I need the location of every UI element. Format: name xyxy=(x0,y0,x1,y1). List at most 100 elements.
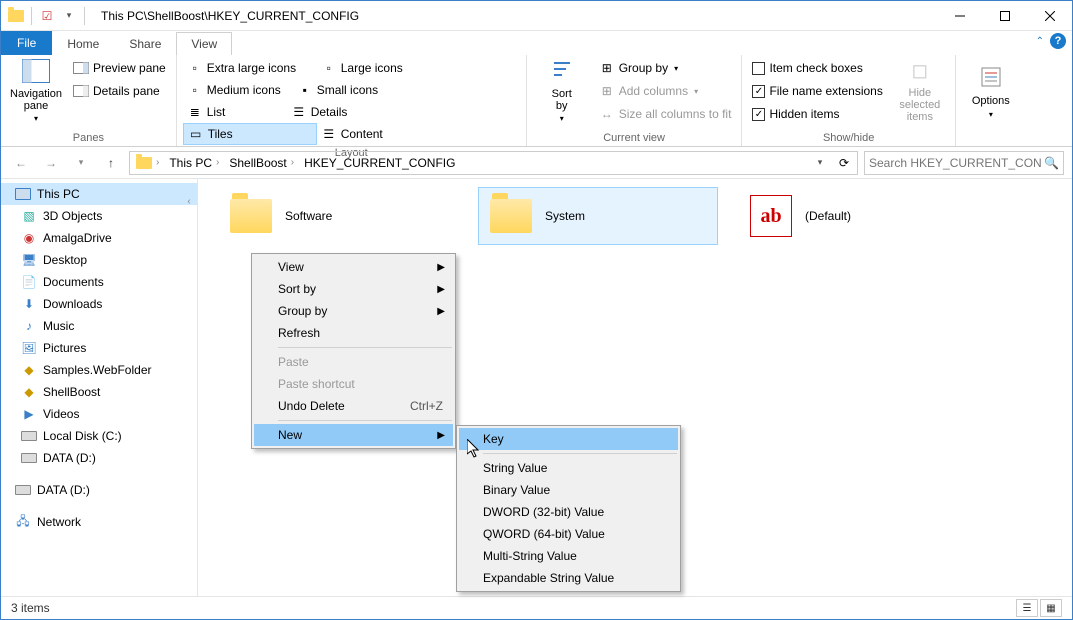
options-group: Options ▾ xyxy=(956,55,1026,146)
content-button[interactable]: ☰Content xyxy=(317,123,421,145)
tile-item[interactable]: Software xyxy=(218,187,458,245)
forward-button[interactable]: → xyxy=(39,151,63,175)
tile-item[interactable]: System xyxy=(478,187,718,245)
context-menu-item[interactable]: View▶ xyxy=(254,256,453,278)
group-by-button[interactable]: ⊞Group by▾ xyxy=(595,57,736,79)
hidden-items-toggle[interactable]: ✓Hidden items xyxy=(748,103,886,125)
show-hide-group-label: Show/hide xyxy=(748,130,948,146)
medium-icons-button[interactable]: ▫Medium icons xyxy=(183,79,293,101)
context-menu-item[interactable]: Undo DeleteCtrl+Z xyxy=(254,395,453,417)
context-menu-item[interactable]: Expandable String Value xyxy=(459,567,678,589)
add-columns-button[interactable]: ⊞Add columns▾ xyxy=(595,80,736,102)
tree-item[interactable]: ⬇Downloads xyxy=(1,293,197,315)
status-bar: 3 items ☰ ▦ xyxy=(1,596,1072,619)
size-all-columns-button[interactable]: ↔Size all columns to fit xyxy=(595,103,736,125)
quick-access-toolbar: ☑ ▾ xyxy=(1,5,93,27)
tile-label: (Default) xyxy=(805,209,851,223)
context-menu-item[interactable]: Key xyxy=(459,428,678,450)
breadcrumb-item[interactable]: HKEY_CURRENT_CONFIG xyxy=(300,152,459,174)
home-tab[interactable]: Home xyxy=(52,32,114,55)
details-pane-button[interactable]: Details pane xyxy=(69,80,170,102)
tree-item[interactable]: 🖥Desktop xyxy=(1,249,197,271)
tree-item[interactable]: ▶Videos xyxy=(1,403,197,425)
details-button[interactable]: ☰Details xyxy=(287,101,397,123)
hide-selected-button[interactable]: ◻ Hide selected items xyxy=(891,57,949,123)
tree-item-network[interactable]: 🖧Network xyxy=(1,511,197,533)
search-box[interactable]: 🔍 xyxy=(864,151,1064,175)
folder-icon xyxy=(136,157,152,169)
refresh-button[interactable]: ⟳ xyxy=(833,152,855,174)
context-menu-item[interactable]: Binary Value xyxy=(459,479,678,501)
context-menu-item[interactable]: DWORD (32-bit) Value xyxy=(459,501,678,523)
properties-button[interactable]: ☑ xyxy=(36,5,58,27)
search-input[interactable] xyxy=(869,156,1044,170)
new-submenu: Key String ValueBinary ValueDWORD (32-bit… xyxy=(456,425,681,592)
up-button[interactable]: ↑ xyxy=(99,151,123,175)
context-menu-item[interactable]: Group by▶ xyxy=(254,300,453,322)
tile-item[interactable]: ab (Default) xyxy=(738,187,978,245)
string-value-icon: ab xyxy=(750,195,792,237)
file-extensions-toggle[interactable]: ✓File name extensions xyxy=(748,80,886,102)
navigation-pane-button[interactable]: Navigation pane ▾ xyxy=(7,57,65,123)
current-view-group: Sort by ▾ ⊞Group by▾ ⊞Add columns▾ ↔Size… xyxy=(527,55,743,146)
folder-icon xyxy=(230,199,272,233)
address-bar[interactable]: › This PC› ShellBoost› HKEY_CURRENT_CONF… xyxy=(129,151,858,175)
breadcrumb-item[interactable]: This PC› xyxy=(165,152,223,174)
tree-item[interactable]: ◉AmalgaDrive xyxy=(1,227,197,249)
tree-item[interactable]: ♪Music xyxy=(1,315,197,337)
details-view-button[interactable]: ☰ xyxy=(1016,599,1038,617)
ribbon: Navigation pane ▾ Preview pane Details p… xyxy=(1,55,1072,147)
view-tab[interactable]: View xyxy=(176,32,232,55)
large-icons-button[interactable]: ▫Large icons xyxy=(317,57,421,79)
tree-item[interactable]: DATA (D:) xyxy=(1,447,197,469)
tree-item[interactable]: ▧3D Objects xyxy=(1,205,197,227)
panes-group-label: Panes xyxy=(7,130,170,146)
maximize-button[interactable] xyxy=(982,1,1027,30)
tree-item[interactable]: ◆ShellBoost xyxy=(1,381,197,403)
large-icons-view-button[interactable]: ▦ xyxy=(1040,599,1062,617)
minimize-button[interactable] xyxy=(937,1,982,30)
context-menu-item[interactable]: Refresh xyxy=(254,322,453,344)
context-menu-item[interactable]: QWORD (64-bit) Value xyxy=(459,523,678,545)
context-menu-item: Paste shortcut xyxy=(254,373,453,395)
share-tab[interactable]: Share xyxy=(114,32,176,55)
status-text: 3 items xyxy=(11,601,50,615)
tile-label: System xyxy=(545,209,585,223)
context-menu-item[interactable]: Sort by▶ xyxy=(254,278,453,300)
tree-item[interactable]: 🖼Pictures xyxy=(1,337,197,359)
tiles-button[interactable]: ▭Tiles xyxy=(183,123,317,145)
list-button[interactable]: ≣List xyxy=(183,101,287,123)
tree-item[interactable]: Local Disk (C:) xyxy=(1,425,197,447)
context-menu-item[interactable]: Multi-String Value xyxy=(459,545,678,567)
window-title: This PC\ShellBoost\HKEY_CURRENT_CONFIG xyxy=(93,9,937,23)
tree-item[interactable]: DATA (D:) xyxy=(1,479,197,501)
history-dropdown[interactable]: ▾ xyxy=(809,152,831,174)
tree-item[interactable]: 📄Documents xyxy=(1,271,197,293)
extra-large-icons-button[interactable]: ▫Extra large icons xyxy=(183,57,317,79)
show-hide-group: Item check boxes ✓File name extensions ✓… xyxy=(742,55,955,146)
small-icons-button[interactable]: ▪Small icons xyxy=(293,79,427,101)
navigation-pane[interactable]: ‹ This PC ▧3D Objects ◉AmalgaDrive 🖥Desk… xyxy=(1,179,198,597)
preview-pane-button[interactable]: Preview pane xyxy=(69,57,170,79)
qat-dropdown[interactable]: ▾ xyxy=(58,5,80,27)
help-icon[interactable]: ? xyxy=(1050,33,1066,49)
tree-item-this-pc[interactable]: This PC xyxy=(1,183,197,205)
search-icon: 🔍 xyxy=(1044,156,1059,170)
context-menu-item[interactable]: String Value xyxy=(459,457,678,479)
layout-group: ▫Extra large icons ▫Large icons ▫Medium … xyxy=(177,55,527,146)
address-row: ← → ▾ ↑ › This PC› ShellBoost› HKEY_CURR… xyxy=(1,147,1072,179)
context-menu-item[interactable]: New▶ xyxy=(254,424,453,446)
context-menu: View▶Sort by▶Group by▶RefreshPastePaste … xyxy=(251,253,456,449)
file-tab[interactable]: File xyxy=(1,31,52,55)
expand-pane-icon[interactable]: ‹ xyxy=(183,181,195,221)
close-button[interactable] xyxy=(1027,1,1072,30)
tree-item[interactable]: ◆Samples.WebFolder xyxy=(1,359,197,381)
item-checkboxes-toggle[interactable]: Item check boxes xyxy=(748,57,886,79)
recent-button[interactable]: ▾ xyxy=(69,151,93,175)
options-button[interactable]: Options ▾ xyxy=(962,57,1020,123)
back-button[interactable]: ← xyxy=(9,151,33,175)
panes-group: Navigation pane ▾ Preview pane Details p… xyxy=(1,55,177,146)
sort-by-button[interactable]: Sort by ▾ xyxy=(533,57,591,123)
breadcrumb-item[interactable]: ShellBoost› xyxy=(225,152,298,174)
minimize-ribbon-icon[interactable]: ⌃ xyxy=(1036,36,1044,47)
